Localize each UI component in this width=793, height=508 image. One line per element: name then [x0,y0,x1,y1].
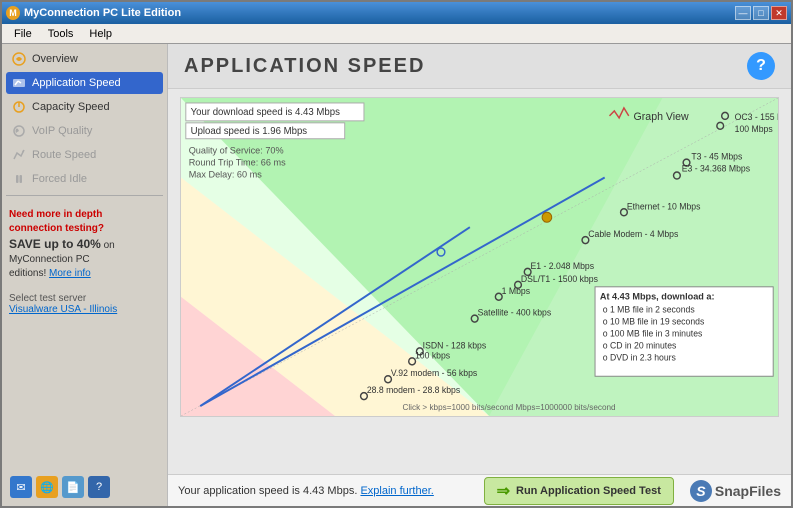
overview-icon [11,51,27,67]
svg-text:E3 - 34.368 Mbps: E3 - 34.368 Mbps [682,163,751,173]
svg-text:At 4.43 Mbps, download a:: At 4.43 Mbps, download a: [600,292,715,302]
svg-text:Ethernet - 10 Mbps: Ethernet - 10 Mbps [627,201,701,211]
bottom-status: Your application speed is 4.43 Mbps. Exp… [178,485,434,497]
status-text: Your application speed is 4.43 Mbps. [178,485,357,497]
menu-file[interactable]: File [6,26,40,42]
menu-help[interactable]: Help [81,26,120,42]
minimize-button[interactable]: — [735,6,751,20]
promo-line1: Need more in depthconnection testing? [9,209,104,234]
appspeed-icon [11,75,27,91]
svg-text:Upload speed is 1.96 Mbps: Upload speed is 1.96 Mbps [191,126,308,137]
sidebar-item-forced[interactable]: Forced Idle [6,168,163,190]
svg-text:o CD in 20 minutes: o CD in 20 minutes [603,340,677,350]
chart-container: Your download speed is 4.43 Mbps Upload … [168,89,791,474]
app-icon: M [6,6,20,20]
select-server-label: Select test server Visualware USA - Illi… [6,290,163,318]
content-area: APPLICATION SPEED ? Your down [167,44,791,506]
snapfiles-text: SnapFiles [715,483,781,499]
menu-bar: File Tools Help [2,24,791,44]
sidebar-item-voip[interactable]: VoIP Quality [6,120,163,142]
window-title: MyConnection PC Lite Edition [24,7,181,19]
run-test-label: Run Application Speed Test [516,485,661,497]
svg-text:E1 - 2.048 Mbps: E1 - 2.048 Mbps [531,261,595,271]
help-button[interactable]: ? [747,52,775,80]
promo-box: Need more in depthconnection testing? SA… [6,205,163,284]
main-layout: Overview Application Speed [2,44,791,506]
main-window: M MyConnection PC Lite Edition — □ ✕ Fil… [0,0,793,508]
close-button[interactable]: ✕ [771,6,787,20]
sidebar-label-route: Route Speed [32,149,96,161]
page-header: APPLICATION SPEED ? [168,44,791,89]
svg-text:Satellite - 400 kbps: Satellite - 400 kbps [478,308,552,318]
snapfiles-s-icon: S [690,480,712,502]
svg-text:o DVD in 2.3 hours: o DVD in 2.3 hours [603,352,677,362]
explain-link[interactable]: Explain further. [360,485,433,497]
svg-text:OC3 - 155 Mbps: OC3 - 155 Mbps [735,112,779,122]
svg-text:Cable Modem - 4 Mbps: Cable Modem - 4 Mbps [588,229,679,239]
sidebar-bottom-icons: ✉ 🌐 📄 ? [6,472,163,502]
sidebar-item-appspeed[interactable]: Application Speed [6,72,163,94]
sidebar-item-overview[interactable]: Overview [6,48,163,70]
sidebar-label-forced: Forced Idle [32,173,87,185]
svg-text:T3 - 45 Mbps: T3 - 45 Mbps [691,151,743,161]
svg-text:Quality of Service: 70%: Quality of Service: 70% [189,146,284,156]
globe-icon[interactable]: 🌐 [36,476,58,498]
svg-text:Max Delay: 60 ms: Max Delay: 60 ms [189,169,262,179]
svg-text:Click > kbps=1000 bits/second: Click > kbps=1000 bits/second Mbps=10000… [402,402,615,412]
promo-more-info[interactable]: More info [49,268,91,279]
capacity-icon [11,99,27,115]
page-title: APPLICATION SPEED [184,55,425,78]
svg-text:Your download speed is 4.43 Mb: Your download speed is 4.43 Mbps [191,107,340,118]
sidebar-label-overview: Overview [32,53,78,65]
help-icon[interactable]: ? [88,476,110,498]
svg-text:Round Trip Time: 66 ms: Round Trip Time: 66 ms [189,157,286,167]
svg-text:DSL/T1 - 1500 kbps: DSL/T1 - 1500 kbps [521,274,599,284]
document-icon[interactable]: 📄 [62,476,84,498]
title-bar-text: M MyConnection PC Lite Edition [6,6,181,20]
sidebar-item-capacity[interactable]: Capacity Speed [6,96,163,118]
run-test-button[interactable]: ⇒ Run Application Speed Test [484,477,674,505]
sidebar: Overview Application Speed [2,44,167,506]
sidebar-label-capacity: Capacity Speed [32,101,110,113]
sidebar-item-route[interactable]: Route Speed [6,144,163,166]
server-name[interactable]: Visualware USA - Illinois [9,304,117,315]
select-server-text: Select test server [9,293,86,304]
email-icon[interactable]: ✉ [10,476,32,498]
svg-text:o 10 MB file in 19 seconds: o 10 MB file in 19 seconds [603,316,705,326]
svg-text:100 Mbps: 100 Mbps [735,124,774,134]
speed-chart: Your download speed is 4.43 Mbps Upload … [180,97,779,417]
snapfiles-logo: S SnapFiles [690,480,781,502]
maximize-button[interactable]: □ [753,6,769,20]
sidebar-label-voip: VoIP Quality [32,125,92,137]
bottom-bar: Your application speed is 4.43 Mbps. Exp… [168,474,791,506]
svg-text:ISDN - 128 kbps: ISDN - 128 kbps [423,340,487,350]
svg-text:o 1 MB file in 2 seconds: o 1 MB file in 2 seconds [603,305,696,315]
promo-save: SAVE up to 40% [9,237,101,251]
forced-icon [11,171,27,187]
run-arrow-icon: ⇒ [497,481,510,501]
svg-text:V.92 modem - 56 kbps: V.92 modem - 56 kbps [391,368,478,378]
window-controls: — □ ✕ [735,6,787,20]
sidebar-divider [6,195,163,196]
sidebar-label-appspeed: Application Speed [32,77,121,89]
svg-text:28.8 modem - 28.8 kbps: 28.8 modem - 28.8 kbps [367,385,461,395]
svg-text:Graph View: Graph View [634,111,689,123]
title-bar: M MyConnection PC Lite Edition — □ ✕ [2,2,791,24]
svg-text:1 Mbps: 1 Mbps [502,286,531,296]
svg-text:100 kbps: 100 kbps [415,350,451,360]
route-icon [11,147,27,163]
svg-text:o 100 MB file in 3 minutes: o 100 MB file in 3 minutes [603,328,703,338]
menu-tools[interactable]: Tools [40,26,82,42]
voip-icon [11,123,27,139]
